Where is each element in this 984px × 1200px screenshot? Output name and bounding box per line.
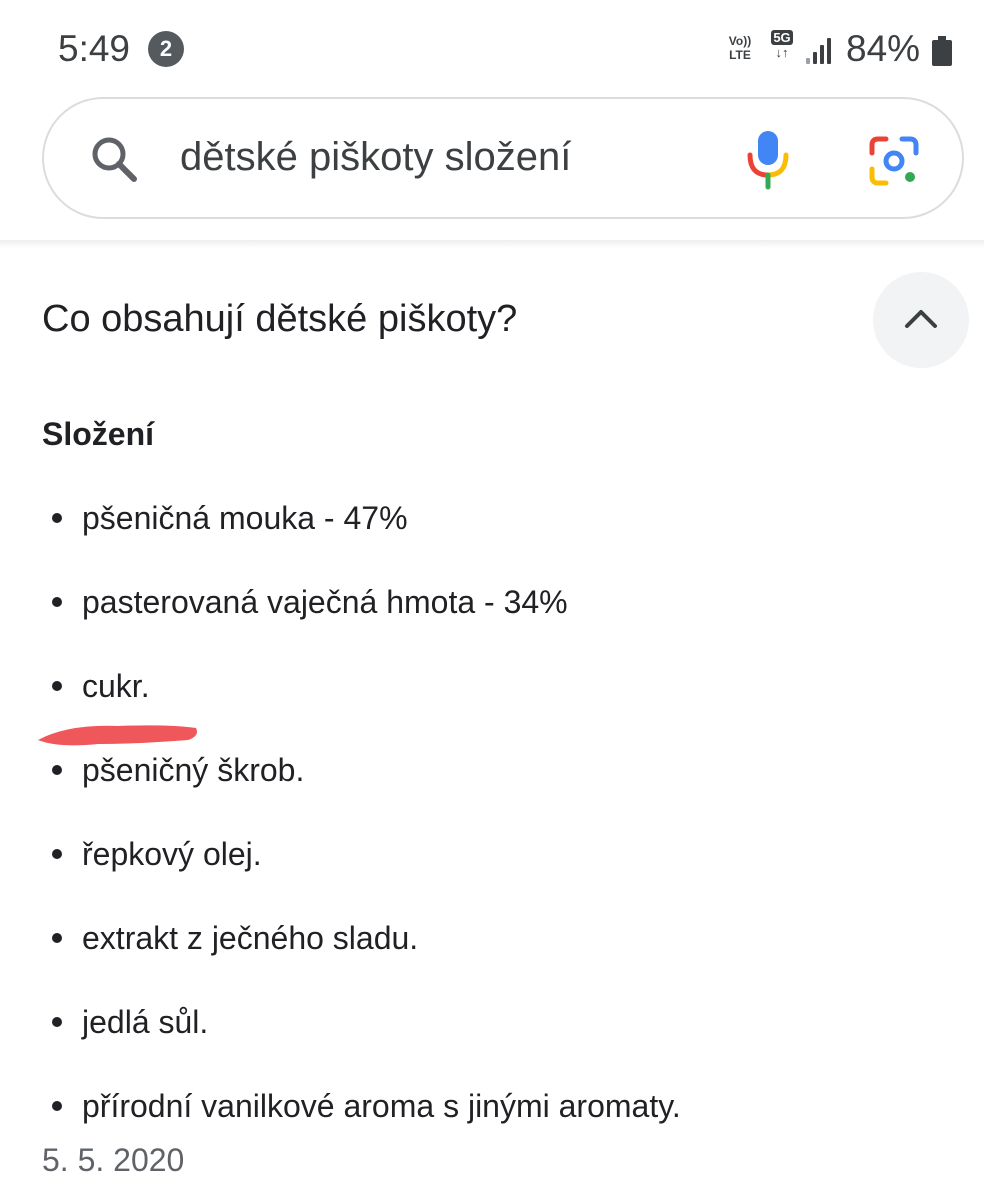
publish-date: 5. 5. 2020 bbox=[42, 1142, 185, 1178]
ingredient-text: pšeničný škrob. bbox=[82, 752, 305, 788]
volte-icon: Vo)) LTE bbox=[722, 34, 758, 62]
list-item: cukr. bbox=[52, 668, 150, 705]
network-label: 5G bbox=[771, 30, 793, 45]
ingredient-text: extrakt z ječného sladu. bbox=[82, 920, 419, 956]
chevron-up-icon bbox=[905, 310, 937, 328]
ingredient-text: řepkový olej. bbox=[82, 836, 262, 872]
list-item: přírodní vanilkové aroma s jinými aromat… bbox=[52, 1088, 681, 1125]
status-bar: 5:49 2 Vo)) LTE 5G ↓↑ 84% bbox=[0, 0, 984, 96]
battery-icon bbox=[932, 36, 952, 66]
list-item: extrakt z ječného sladu. bbox=[52, 920, 418, 957]
bullet-icon bbox=[52, 596, 62, 607]
collapse-button[interactable] bbox=[873, 272, 969, 368]
list-item: pšeničný škrob. bbox=[52, 752, 304, 789]
network-5g-icon: 5G ↓↑ bbox=[765, 30, 799, 60]
bullet-icon bbox=[52, 1100, 62, 1111]
header-divider bbox=[0, 240, 984, 248]
ingredient-text: cukr. bbox=[82, 668, 150, 704]
bullet-icon bbox=[52, 932, 62, 943]
ingredient-text: přírodní vanilkové aroma s jinými aromat… bbox=[82, 1088, 681, 1124]
search-bar[interactable]: dětské piškoty složení bbox=[42, 97, 964, 219]
search-icon[interactable] bbox=[88, 133, 140, 185]
ingredient-text: pšeničná mouka - 47% bbox=[82, 500, 408, 536]
notification-count-badge: 2 bbox=[148, 31, 184, 67]
red-highlight-underline bbox=[38, 725, 197, 746]
list-item: pšeničná mouka - 47% bbox=[52, 500, 408, 537]
list-item: pasterovaná vaječná hmota - 34% bbox=[52, 584, 568, 621]
search-input[interactable]: dětské piškoty složení bbox=[180, 135, 571, 180]
section-heading: Složení bbox=[42, 416, 155, 452]
signal-strength-icon bbox=[806, 36, 836, 64]
volte-label-top: Vo)) bbox=[728, 34, 752, 48]
bullet-icon bbox=[52, 512, 62, 523]
ingredient-text: jedlá sůl. bbox=[82, 1004, 209, 1040]
bullet-icon bbox=[52, 680, 62, 691]
ingredient-text: pasterovaná vaječná hmota - 34% bbox=[82, 584, 568, 620]
bullet-icon bbox=[52, 764, 62, 775]
volte-label-bottom: LTE bbox=[729, 48, 751, 62]
list-item: jedlá sůl. bbox=[52, 1004, 208, 1041]
network-arrows: ↓↑ bbox=[775, 45, 789, 60]
google-lens-icon[interactable] bbox=[866, 133, 922, 189]
bullet-icon bbox=[52, 848, 62, 859]
microphone-icon[interactable] bbox=[744, 127, 792, 191]
status-time: 5:49 bbox=[58, 28, 131, 69]
question-heading[interactable]: Co obsahují dětské piškoty? bbox=[42, 298, 517, 341]
bullet-icon bbox=[52, 1016, 62, 1027]
battery-percent: 84% bbox=[846, 28, 921, 69]
list-item: řepkový olej. bbox=[52, 836, 262, 873]
